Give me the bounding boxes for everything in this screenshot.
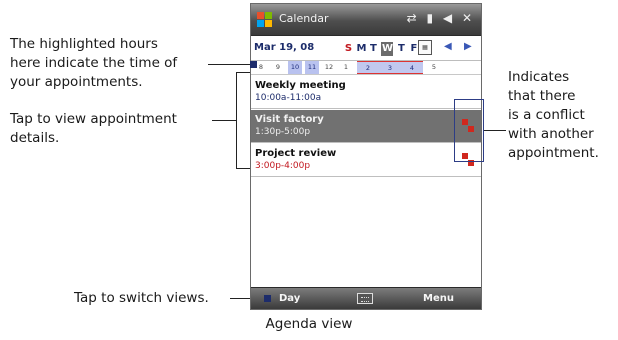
figure-caption: Agenda view — [265, 316, 353, 332]
keyboard-icon[interactable] — [357, 293, 373, 304]
callout-pointer-appointment — [212, 120, 237, 121]
hour-cell: 9 — [275, 63, 281, 71]
hour-cell-highlighted: 10 — [288, 61, 302, 74]
hour-cell: 12 — [324, 63, 334, 71]
callout-line-2: that there — [508, 88, 576, 104]
bracket-vertical — [236, 72, 237, 169]
date-bar: Mar 19, 08 S M T W T F S ▦ ◀ ▶ — [251, 37, 481, 61]
callout-line-2: details. — [10, 130, 60, 146]
hour-cell: 1 — [343, 63, 349, 71]
hour-cell-highlighted: 2 — [357, 61, 379, 74]
current-date[interactable]: Mar 19, 08 — [254, 42, 314, 53]
appointment-time: 1:30p-5:00p — [255, 127, 311, 137]
phone-screen: Calendar ⇄ ▮ ◀ ✕ Mar 19, 08 S M T W T F … — [250, 3, 482, 310]
callout-dot-views — [264, 295, 271, 302]
appointment-item-selected[interactable]: Visit factory 1:30p-5:00p — [251, 110, 481, 143]
appointment-title: Visit factory — [255, 114, 324, 125]
callout-line-5: appointment. — [508, 145, 599, 161]
callout-line-3: your appointments. — [10, 74, 143, 90]
callout-line-1: Indicates — [508, 69, 570, 85]
day-thursday[interactable]: T — [397, 43, 406, 54]
conflict-highlight-box — [454, 99, 484, 162]
appointment-title: Project review — [255, 148, 337, 159]
hour-cell-highlighted: 4 — [401, 61, 423, 74]
appointment-time: 3:00p-4:00p — [255, 161, 311, 171]
callout-line-1: The highlighted hours — [10, 36, 158, 52]
callout-dot-hours — [250, 61, 257, 68]
hour-bar: 8 9 10 11 12 1 2 3 4 5 — [251, 61, 481, 75]
callout-line-4: with another — [508, 126, 594, 142]
day-softkey[interactable]: Day — [279, 293, 300, 304]
callout-line-3: is a conflict — [508, 107, 585, 123]
appointment-title: Weekly meeting — [255, 80, 346, 91]
next-arrow-icon[interactable]: ▶ — [464, 41, 472, 52]
hour-cell-highlighted: 3 — [379, 61, 401, 74]
callout-pointer-hours — [208, 64, 254, 65]
day-monday[interactable]: M — [356, 43, 366, 54]
start-menu-icon[interactable] — [257, 12, 273, 28]
callout-line-1: Tap to view appointment — [10, 111, 177, 127]
menu-bar: Day Menu — [251, 287, 481, 309]
hour-cell: 5 — [431, 63, 437, 71]
menu-softkey[interactable]: Menu — [423, 293, 454, 304]
callout-conflict: Indicates that there is a conflict with … — [508, 68, 599, 163]
appointment-time: 10:00a-11:00a — [255, 93, 322, 103]
callout-tap-appointment: Tap to view appointment details. — [10, 110, 177, 148]
title-bar: Calendar ⇄ ▮ ◀ ✕ — [251, 4, 481, 36]
day-tuesday[interactable]: T — [369, 43, 378, 54]
status-icons[interactable]: ⇄ ▮ ◀ ✕ — [407, 11, 475, 25]
month-calendar-icon[interactable]: ▦ — [418, 40, 432, 55]
app-title: Calendar — [279, 12, 329, 25]
callout-highlighted-hours: The highlighted hours here indicate the … — [10, 35, 177, 92]
prev-arrow-icon[interactable]: ◀ — [444, 41, 452, 52]
callout-pointer-conflict — [484, 130, 506, 131]
hour-cell-highlighted: 11 — [305, 61, 319, 74]
callout-line-2: here indicate the time of — [10, 55, 178, 71]
day-sunday[interactable]: S — [344, 43, 353, 54]
appointment-item[interactable]: Project review 3:00p-4:00p — [251, 144, 481, 177]
callout-switch-views: Tap to switch views. — [74, 290, 209, 306]
appointment-item[interactable]: Weekly meeting 10:00a-11:00a — [251, 76, 481, 109]
day-wednesday-selected[interactable]: W — [381, 42, 394, 56]
